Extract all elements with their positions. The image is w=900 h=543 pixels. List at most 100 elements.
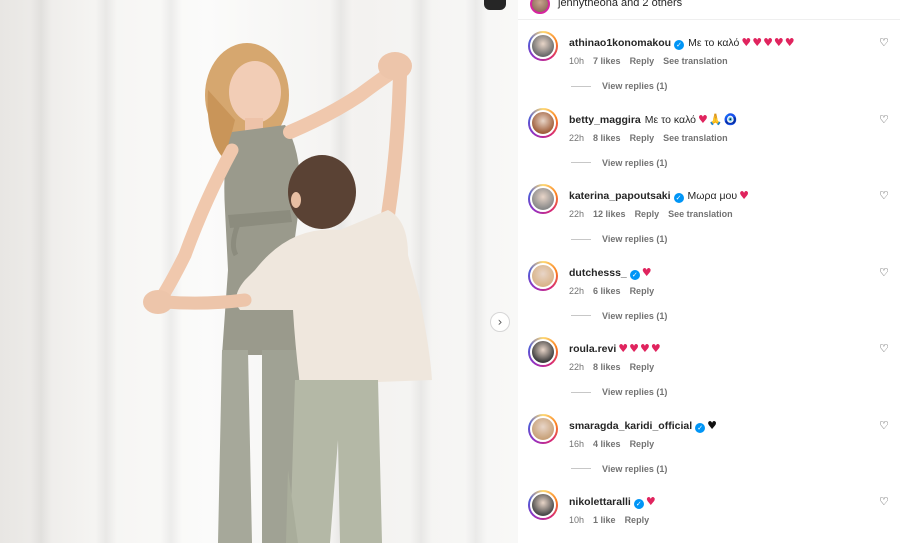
verified-badge-icon: ✓ (674, 40, 685, 50)
verified-badge-icon: ✓ (673, 193, 684, 203)
reply-button[interactable]: Reply (625, 515, 650, 525)
comment-time: 16h (569, 438, 585, 449)
commenter-avatar[interactable] (528, 107, 558, 138)
comment-item: katerina_papoutsaki ✓ Μωρα μου ♥ 22h 12 likes… (518, 184, 900, 260)
comment-line: athinao1konomakou ✓ Με το καλό ♥♥♥♥♥ (569, 36, 796, 50)
avatar-image (530, 339, 556, 365)
comment-line: dutchesss_ ✓ ♥ (569, 266, 653, 280)
view-replies-button[interactable]: View replies (1) (571, 81, 667, 91)
comment-line: katerina_papoutsaki ✓ Μωρα μου ♥ (569, 189, 750, 203)
heart-outline-icon[interactable]: ♡ (879, 343, 889, 354)
collection-icon[interactable] (484, 0, 506, 10)
comment-username[interactable]: roula.revi (569, 343, 616, 355)
liked-by-bar: jennytheona and 2 others (518, 0, 900, 20)
comment-line: roula.revi ♥♥♥♥ (569, 342, 662, 355)
comment-username[interactable]: athinao1konomakou (569, 37, 671, 49)
comment-likes[interactable]: 1 like (593, 515, 616, 525)
comment-text: Με το καλό (644, 113, 697, 126)
comment-likes[interactable]: 8 likes (593, 362, 621, 372)
comment-likes[interactable]: 7 likes (593, 56, 621, 66)
avatar-image (530, 262, 556, 289)
comment-item: betty_maggira Με το καλό ♥🙏🧿 22h 8 likes Repl… (518, 107, 900, 184)
comment-meta: 10h 7 likes Reply See translation (569, 56, 737, 66)
avatar-image (530, 492, 556, 518)
comment-emoji: ♥♥♥♥♥ (741, 36, 796, 49)
chevron-right-icon: › (497, 315, 503, 329)
comment-item: nikolettaralli ✓ ♥ 10h 1 like Reply ♡ (518, 490, 900, 543)
comment-username[interactable]: smaragda_karidi_official (569, 420, 692, 432)
reply-button[interactable]: Reply (630, 133, 655, 143)
view-replies-label: View replies (1) (602, 310, 668, 321)
reply-button[interactable]: Reply (635, 209, 660, 219)
comment-emoji: ♥ (641, 265, 653, 279)
reply-button[interactable]: Reply (630, 286, 655, 296)
reply-button[interactable]: Reply (630, 362, 655, 372)
comment-likes[interactable]: 8 likes (593, 133, 621, 143)
comment-emoji: ♥♥♥♥ (618, 342, 662, 355)
comment-item: dutchesss_ ✓ ♥ 22h 6 likes Reply View replies … (518, 260, 900, 337)
avatar-image (530, 186, 556, 212)
verified-badge-icon: ✓ (629, 269, 640, 280)
verified-badge-icon: ✓ (695, 422, 706, 433)
avatar-image (530, 33, 556, 59)
view-replies-label: View replies (1) (602, 157, 668, 168)
comment-meta: 10h 1 like Reply (569, 515, 658, 525)
heart-outline-icon[interactable]: ♡ (879, 114, 889, 125)
heart-outline-icon[interactable]: ♡ (879, 267, 889, 278)
comment-emoji: ♥ (739, 189, 750, 202)
replies-divider (571, 315, 591, 316)
replies-divider (571, 468, 591, 469)
see-translation-button[interactable]: See translation (668, 209, 733, 219)
verified-badge-icon: ✓ (633, 499, 644, 509)
view-replies-button[interactable]: View replies (1) (571, 387, 667, 397)
liked-by-avatar[interactable] (530, 0, 550, 14)
reply-button[interactable]: Reply (630, 56, 655, 66)
see-translation-button[interactable]: See translation (663, 56, 728, 66)
commenter-avatar[interactable] (528, 337, 558, 367)
post-photo[interactable]: › (0, 0, 518, 543)
commenter-avatar[interactable] (528, 413, 558, 444)
comment-time: 22h (569, 362, 585, 372)
commenter-avatar[interactable] (528, 260, 558, 291)
comment-line: nikolettaralli ✓ ♥ (569, 495, 657, 509)
view-replies-label: View replies (1) (602, 81, 668, 91)
comment-meta: 22h 12 likes Reply See translation (569, 209, 742, 219)
commenter-avatar[interactable] (528, 31, 558, 61)
view-replies-button[interactable]: View replies (1) (571, 234, 667, 244)
heart-outline-icon[interactable]: ♡ (879, 37, 889, 48)
comment-username[interactable]: dutchesss_ (569, 267, 627, 279)
comment-username[interactable]: katerina_papoutsaki (569, 190, 671, 202)
comment-time: 22h (569, 132, 585, 143)
comment-username[interactable]: betty_maggira (569, 114, 641, 126)
comment-time: 22h (569, 285, 585, 296)
heart-outline-icon[interactable]: ♡ (879, 496, 889, 507)
view-replies-button[interactable]: View replies (1) (571, 311, 667, 321)
replies-divider (571, 85, 591, 87)
comment-line: betty_maggira Με το καλό ♥🙏🧿 (569, 113, 738, 126)
comment-username[interactable]: nikolettaralli (569, 496, 631, 508)
comment-meta: 22h 8 likes Reply See translation (569, 133, 737, 143)
reply-button[interactable]: Reply (630, 439, 655, 449)
comment-item: smaragda_karidi_official ✓ ♥ 16h 4 likes Repl… (518, 413, 900, 490)
heart-outline-icon[interactable]: ♡ (879, 420, 889, 431)
comment-text: Με το καλό (688, 37, 740, 49)
view-replies-button[interactable]: View replies (1) (571, 464, 667, 474)
replies-divider (571, 162, 591, 163)
replies-divider (571, 391, 591, 393)
comment-emoji: ♥ (707, 418, 719, 432)
avatar-image (530, 415, 556, 442)
heart-outline-icon[interactable]: ♡ (879, 190, 889, 201)
next-photo-button[interactable]: › (490, 312, 510, 332)
liked-by-text[interactable]: jennytheona and 2 others (558, 0, 682, 9)
comment-item: athinao1konomakou ✓ Με το καλό ♥♥♥♥♥ 10h 7 li… (518, 31, 900, 107)
see-translation-button[interactable]: See translation (663, 133, 728, 143)
commenter-avatar[interactable] (528, 184, 558, 214)
comment-likes[interactable]: 6 likes (593, 286, 621, 296)
view-replies-label: View replies (1) (602, 234, 668, 244)
view-replies-button[interactable]: View replies (1) (571, 158, 667, 168)
comment-time: 10h (569, 56, 585, 66)
comment-likes[interactable]: 4 likes (593, 439, 621, 449)
comment-emoji: ♥🙏🧿 (698, 112, 739, 126)
commenter-avatar[interactable] (528, 490, 558, 520)
comment-likes[interactable]: 12 likes (593, 209, 626, 219)
